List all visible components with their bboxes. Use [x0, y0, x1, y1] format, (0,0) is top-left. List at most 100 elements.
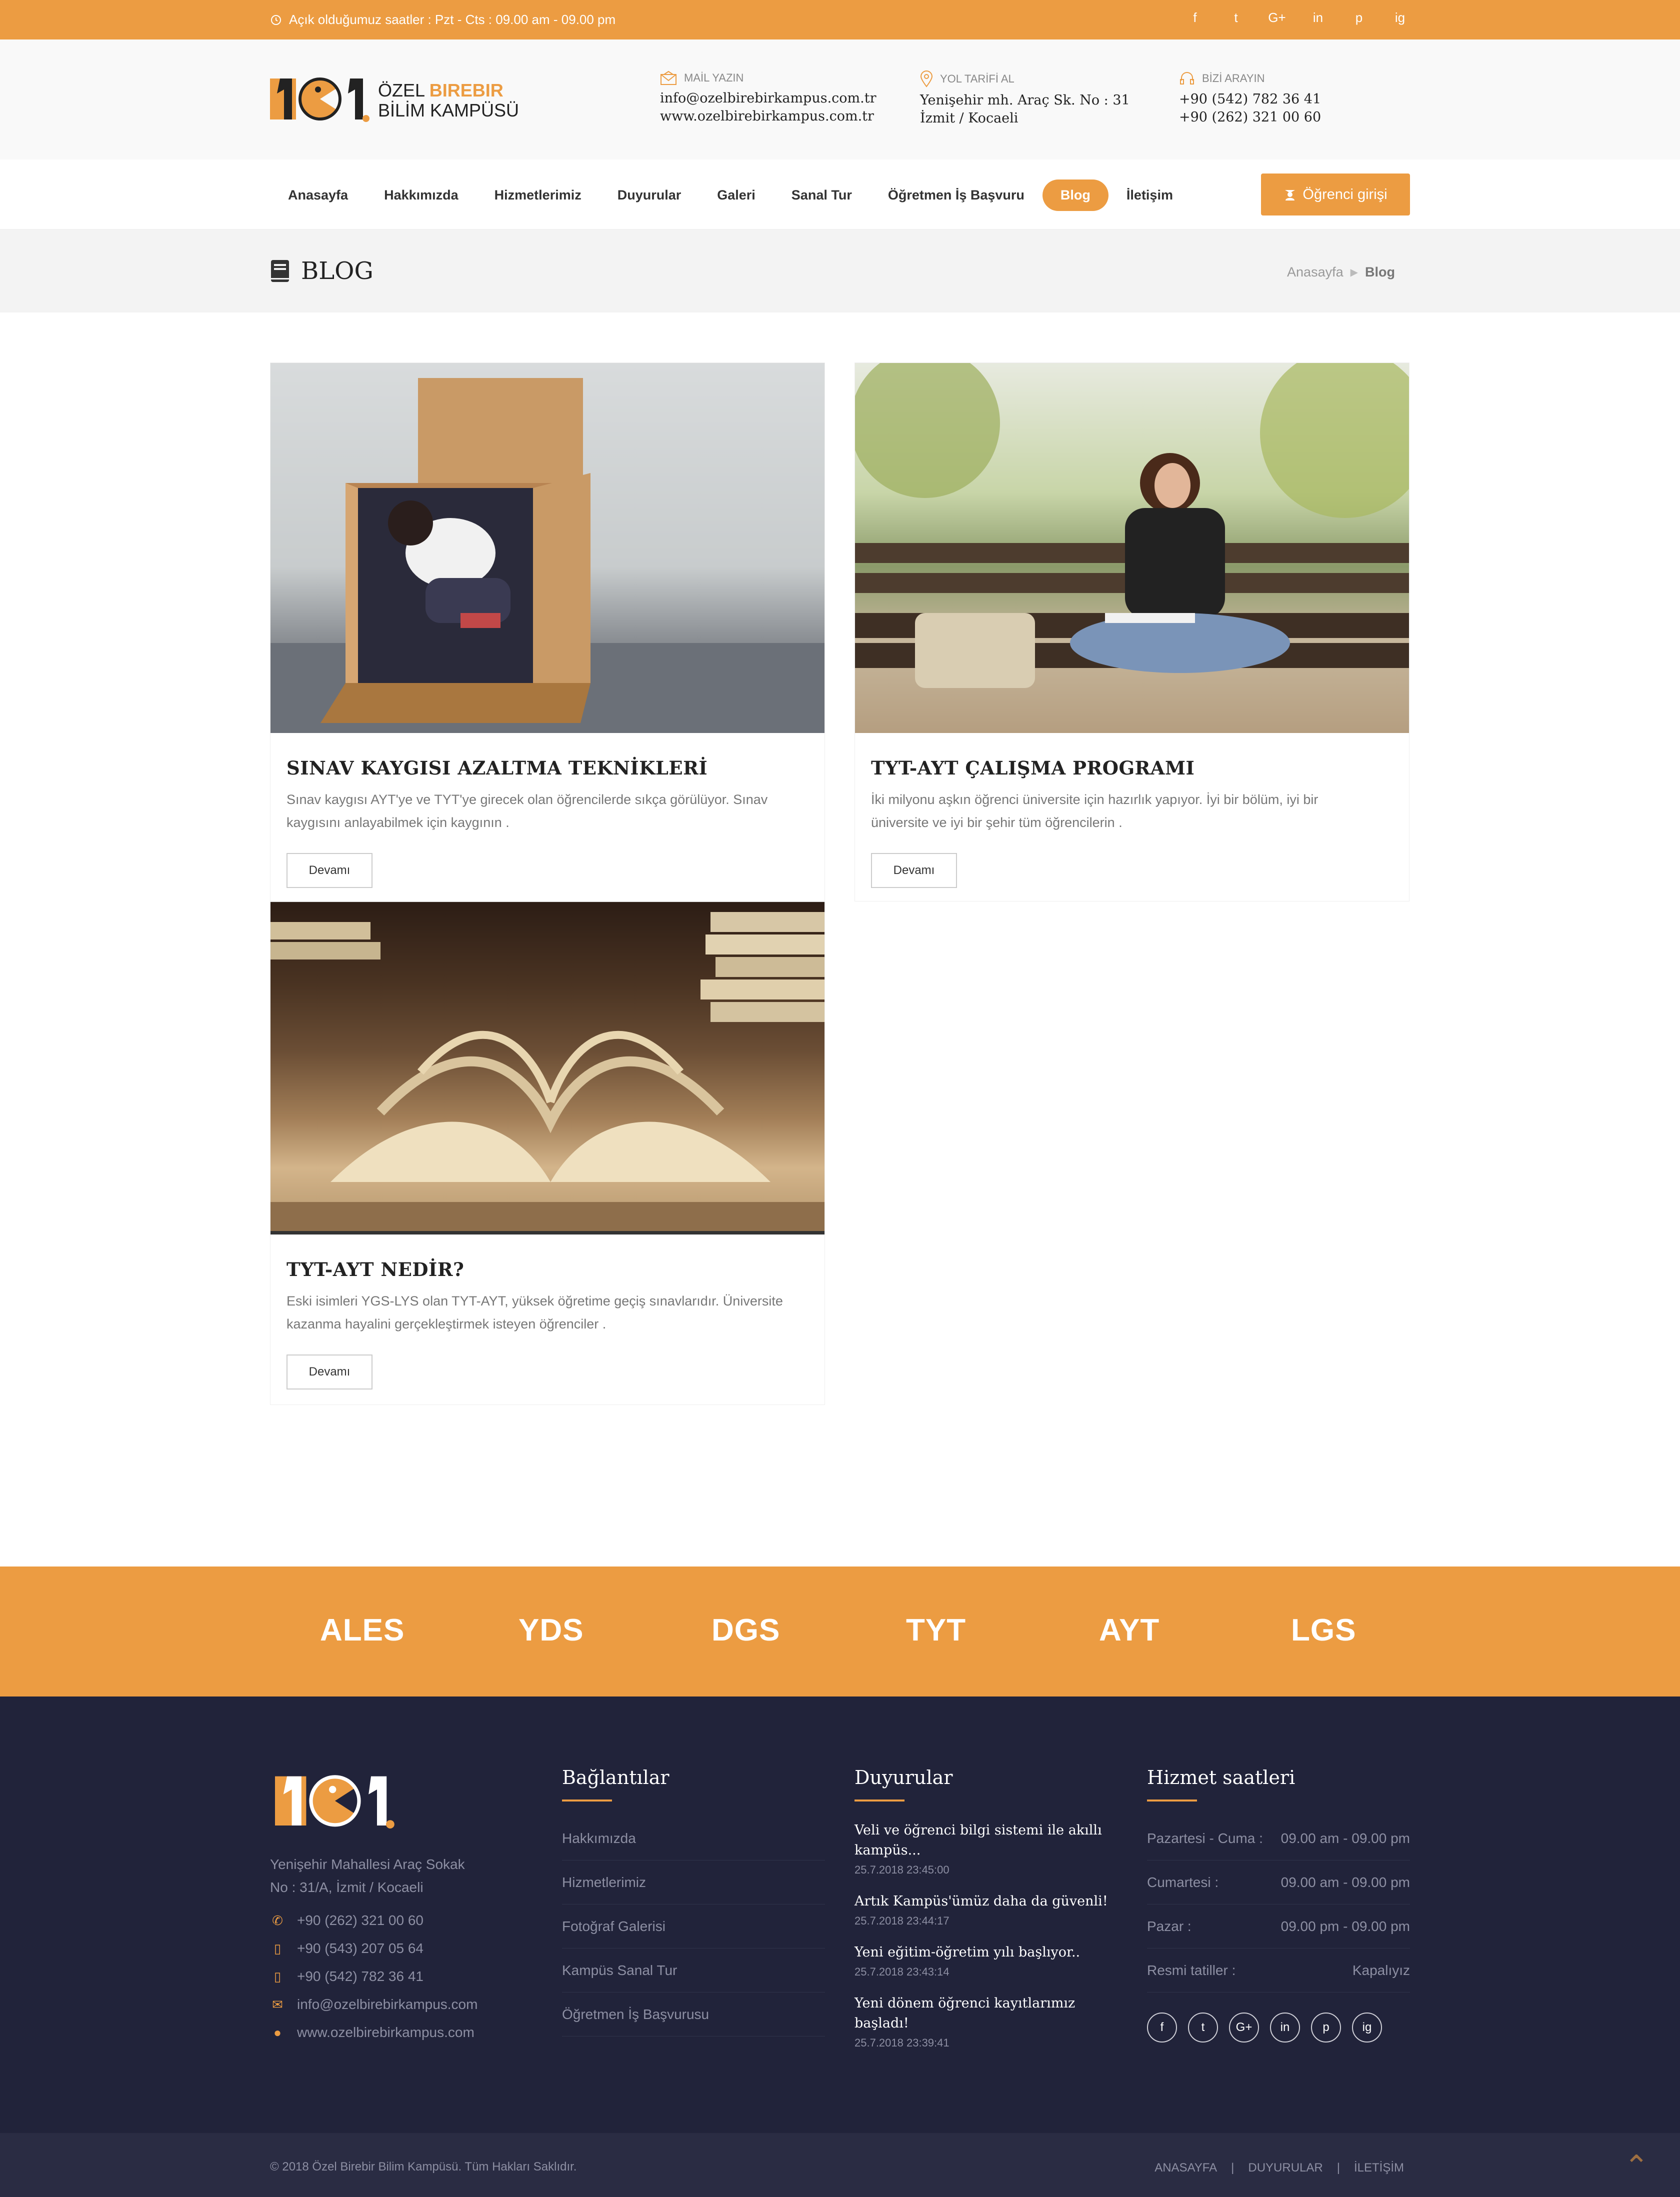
exam-types-band: ALES YDS DGS TYT AYT LGS [0, 1566, 1680, 1696]
bottom-link-anasayfa[interactable]: ANASAYFA [1154, 2161, 1217, 2175]
scroll-to-top-icon[interactable]: ⌃ [1624, 2149, 1649, 2184]
post-title[interactable]: SINAV KAYGISI AZALTMA TEKNİKLERİ [286, 757, 808, 779]
nav-item-sanal-tur[interactable]: Sanal Tur [774, 180, 870, 211]
twitter-icon[interactable]: t [1226, 10, 1246, 26]
news-date: 25.7.2018 23:43:14 [854, 1966, 950, 1978]
facebook-icon[interactable]: f [1147, 2012, 1177, 2042]
read-more-button[interactable]: Devamı [286, 853, 372, 888]
instagram-icon[interactable]: ig [1352, 2012, 1382, 2042]
bottom-link-duyurular[interactable]: DUYURULAR [1248, 2161, 1322, 2175]
footer: Yenişehir Mahallesi Araç Sokak No : 31/A… [0, 1696, 1680, 2133]
contact-phone: BİZİ ARAYIN +90 (542) 782 36 41 +90 (262… [1179, 70, 1321, 126]
facebook-icon[interactable]: f [1185, 10, 1205, 26]
nav-item-anasayfa[interactable]: Anasayfa [270, 180, 366, 211]
news-date: 25.7.2018 23:45:00 [854, 1864, 950, 1876]
contact-mail: MAİL YAZIN info@ozelbirebirkampus.com.tr… [660, 70, 876, 126]
page-title-bar: BLOG Anasayfa ▶ Blog [0, 230, 1680, 312]
bottom-link-iletisim[interactable]: İLETİŞİM [1354, 2161, 1404, 2175]
exam-label: TYT [906, 1613, 966, 1648]
footer-address: Yenişehir Mahallesi Araç Sokak No : 31/A… [270, 1856, 465, 1895]
footer-link[interactable]: Hakkımızda [562, 1816, 825, 1860]
footer-link[interactable]: Kampüs Sanal Tur [562, 1948, 825, 1992]
clock-icon [271, 14, 281, 25]
hours-row: Cumartesi :09.00 am - 09.00 pm [1147, 1860, 1410, 1904]
post-image-woman-bench[interactable] [855, 363, 1409, 733]
footer-news-heading: Duyurular [854, 1766, 953, 1788]
nav-item-iletisim[interactable]: İletişim [1108, 180, 1191, 211]
google-plus-icon[interactable]: G+ [1267, 10, 1287, 26]
book-icon [271, 260, 289, 282]
nav-item-blog[interactable]: Blog [1042, 180, 1108, 211]
twitter-icon[interactable]: t [1188, 2012, 1218, 2042]
globe-icon: ● [274, 2024, 282, 2040]
mobile-icon: ▯ [274, 1940, 282, 1956]
breadcrumb: Anasayfa ▶ Blog [1287, 264, 1395, 280]
phone-link[interactable]: +90 (262) 321 00 60 [1179, 108, 1321, 126]
footer-hours-heading: Hizmet saatleri [1147, 1766, 1296, 1788]
bottom-links: ANASAYFA | DUYURULAR | İLETİŞİM [1154, 2161, 1404, 2175]
post-image-open-book[interactable] [270, 902, 824, 1234]
footer-links-heading: Bağlantılar [562, 1766, 670, 1788]
copyright-bar: © 2018 Özel Birebir Bilim Kampüsü. Tüm H… [0, 2133, 1680, 2197]
site-logo[interactable]: ÖZEL BIREBIR BİLİM KAMPÜSÜ [270, 74, 530, 124]
email-link[interactable]: info@ozelbirebirkampus.com.tr [660, 90, 876, 108]
read-more-button[interactable]: Devamı [286, 1354, 372, 1390]
breadcrumb-home[interactable]: Anasayfa [1287, 264, 1344, 280]
website-link[interactable]: www.ozelbirebirkampus.com.tr [660, 108, 876, 126]
phone-icon: ✆ [272, 1912, 283, 1928]
pinterest-icon[interactable]: p [1311, 2012, 1341, 2042]
top-social-links: f t G+ in p ig [1185, 10, 1410, 26]
pinterest-icon[interactable]: p [1349, 10, 1369, 26]
linkedin-icon[interactable]: in [1270, 2012, 1300, 2042]
nav-item-hizmetlerimiz[interactable]: Hizmetlerimiz [476, 180, 600, 211]
blog-post-card: SINAV KAYGISI AZALTMA TEKNİKLERİ Sınav k… [270, 362, 825, 902]
headset-icon [1180, 72, 1194, 84]
footer-links: Bağlantılar Hakkımızda Hizmetlerimiz Fot… [562, 1766, 825, 2036]
footer-contact[interactable]: ▯ +90 (543) 207 05 64 [270, 1937, 530, 1960]
blog-post-card: TYT-AYT ÇALIŞMA PROGRAMI İki milyonu aşk… [854, 362, 1410, 902]
linkedin-icon[interactable]: in [1308, 10, 1328, 26]
copyright-text: © 2018 Özel Birebir Bilim Kampüsü. Tüm H… [270, 2160, 577, 2174]
instagram-icon[interactable]: ig [1390, 10, 1410, 26]
page-title: BLOG [270, 257, 374, 285]
news-item[interactable]: Veli ve öğrenci bilgi sistemi ile akıllı… [854, 1820, 1114, 1860]
nav-item-galeri[interactable]: Galeri [699, 180, 774, 211]
post-image-illustration [855, 363, 1409, 688]
news-item[interactable]: Artık Kampüs'ümüz daha da güvenli! [854, 1892, 1114, 1912]
google-plus-icon[interactable]: G+ [1229, 2012, 1259, 2042]
hours-row: Pazar :09.00 pm - 09.00 pm [1147, 1904, 1410, 1948]
footer-contact[interactable]: ✆ +90 (262) 321 00 60 [270, 1909, 530, 1932]
nav-item-hakkimizda[interactable]: Hakkımızda [366, 180, 476, 211]
mail-icon: ✉ [272, 1996, 283, 2012]
nav-item-duyurular[interactable]: Duyurular [600, 180, 700, 211]
post-image-box-woman[interactable] [270, 363, 824, 733]
post-excerpt: İki milyonu aşkın öğrenci üniversite içi… [871, 792, 1318, 830]
footer-about: Yenişehir Mahallesi Araç Sokak No : 31/A… [270, 1772, 530, 2044]
breadcrumb-current: Blog [1365, 264, 1395, 280]
footer-contact[interactable]: ● www.ozelbirebirkampus.com [270, 2021, 530, 2044]
post-title[interactable]: TYT-AYT ÇALIŞMA PROGRAMI [871, 757, 1393, 779]
news-date: 25.7.2018 23:44:17 [854, 1914, 950, 1927]
exam-label: YDS [518, 1613, 584, 1648]
phone-link[interactable]: +90 (542) 782 36 41 [1179, 90, 1321, 108]
footer-link[interactable]: Öğretmen İş Başvurusu [562, 1992, 825, 2036]
footer-hours: Hizmet saatleri Pazartesi - Cuma :09.00 … [1147, 1766, 1410, 2042]
post-image-illustration [270, 912, 824, 1234]
student-login-button[interactable]: Öğrenci girişi [1261, 174, 1410, 216]
footer-contact[interactable]: ▯ +90 (542) 782 36 41 [270, 1965, 530, 1988]
breadcrumb-separator-icon: ▶ [1350, 267, 1358, 278]
post-title[interactable]: TYT-AYT NEDİR? [286, 1258, 808, 1280]
footer-logo[interactable] [270, 1772, 400, 1832]
footer-link[interactable]: Fotoğraf Galerisi [562, 1904, 825, 1948]
news-item[interactable]: Yeni eğitim-öğretim yılı başlıyor.. [854, 1942, 1114, 1962]
footer-link[interactable]: Hizmetlerimiz [562, 1860, 825, 1904]
footer-contact[interactable]: ✉ info@ozelbirebirkampus.com [270, 1993, 530, 2016]
exam-label: ALES [320, 1613, 405, 1648]
read-more-button[interactable]: Devamı [871, 853, 957, 888]
opening-hours: Açık olduğumuz saatler : Pzt - Cts : 09.… [270, 12, 616, 28]
mobile-icon: ▯ [274, 1968, 282, 1984]
graduate-icon [1285, 190, 1296, 200]
news-item[interactable]: Yeni dönem öğrenci kayıtlarımız başladı! [854, 1994, 1114, 2034]
nav-item-ogretmen-is-basvuru[interactable]: Öğretmen İş Başvuru [870, 180, 1042, 211]
contact-address: YOL TARİFİ AL Yenişehir mh. Araç Sk. No … [920, 70, 1130, 128]
